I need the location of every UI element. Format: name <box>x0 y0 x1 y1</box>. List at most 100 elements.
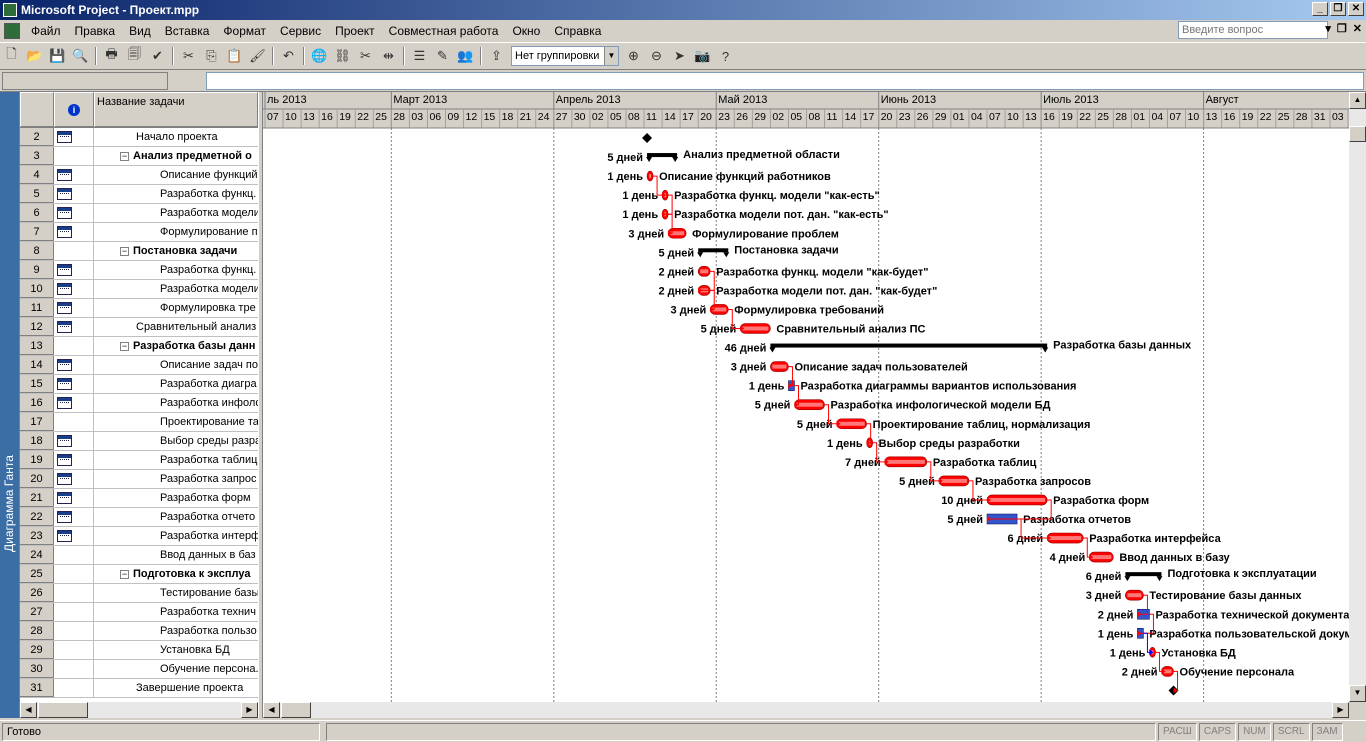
chart-hscrollbar[interactable]: ◀ ▶ <box>263 702 1349 718</box>
task-name-header[interactable]: Название задачи <box>94 92 258 127</box>
task-name-cell[interactable]: Разработка форм <box>94 489 258 507</box>
menu-5[interactable]: Сервис <box>273 24 328 38</box>
help-icon[interactable]: ? <box>715 46 736 67</box>
task-name-cell[interactable]: Проектирование та <box>94 413 258 431</box>
table-row[interactable]: 12 Сравнительный анализ <box>20 318 258 337</box>
row-id[interactable]: 2 <box>20 128 54 146</box>
table-scroll-thumb[interactable] <box>38 702 88 718</box>
row-id[interactable]: 26 <box>20 584 54 602</box>
task-name-cell[interactable]: Описание задач по <box>94 356 258 374</box>
row-id[interactable]: 21 <box>20 489 54 507</box>
table-row[interactable]: 5 Разработка функц. <box>20 185 258 204</box>
row-id[interactable]: 23 <box>20 527 54 545</box>
entry-field[interactable] <box>206 72 1364 90</box>
paste-icon[interactable]: 📋 <box>224 46 245 67</box>
table-row[interactable]: 14 Описание задач по <box>20 356 258 375</box>
task-name-cell[interactable]: − Постановка задачи <box>94 242 258 260</box>
hyperlink-icon[interactable]: 🌐 <box>309 46 330 67</box>
row-id[interactable]: 8 <box>20 242 54 260</box>
table-row[interactable]: 3 − Анализ предметной о <box>20 147 258 166</box>
restore-button[interactable]: ❐ <box>1330 2 1346 16</box>
menu-8[interactable]: Окно <box>505 24 547 38</box>
task-name-cell[interactable]: − Анализ предметной о <box>94 147 258 165</box>
collapse-toggle[interactable]: − <box>120 569 129 579</box>
scroll-down-button[interactable]: ▼ <box>1349 685 1366 702</box>
chart-scroll-thumb[interactable] <box>281 702 311 718</box>
task-name-cell[interactable]: Разработка запрос <box>94 470 258 488</box>
table-row[interactable]: 31 Завершение проекта <box>20 679 258 698</box>
task-name-cell[interactable]: Разработка функц. <box>94 261 258 279</box>
table-row[interactable]: 11 Формулировка тре <box>20 299 258 318</box>
vertical-scrollbar[interactable]: ▲ ▼ <box>1349 92 1366 702</box>
row-id[interactable]: 10 <box>20 280 54 298</box>
task-name-cell[interactable]: Формулирование п <box>94 223 258 241</box>
table-row[interactable]: 13 − Разработка базы данн <box>20 337 258 356</box>
row-id[interactable]: 17 <box>20 413 54 431</box>
row-id[interactable]: 20 <box>20 470 54 488</box>
table-row[interactable]: 18 Выбор среды разра <box>20 432 258 451</box>
table-scroll-right[interactable]: ▶ <box>241 702 258 718</box>
notes-icon[interactable]: ✎ <box>432 46 453 67</box>
row-id[interactable]: 12 <box>20 318 54 336</box>
vertical-scroll-thumb[interactable] <box>1349 126 1366 142</box>
undo-icon[interactable]: ↶ <box>278 46 299 67</box>
menu-9[interactable]: Справка <box>547 24 608 38</box>
table-row[interactable]: 30 Обучение персона. <box>20 660 258 679</box>
table-hscrollbar[interactable]: ◀ ▶ <box>20 702 258 718</box>
task-name-cell[interactable]: Разработка технич <box>94 603 258 621</box>
task-name-cell[interactable]: Разработка модели <box>94 280 258 298</box>
table-row[interactable]: 15 Разработка диагра <box>20 375 258 394</box>
task-name-cell[interactable]: Начало проекта <box>94 128 258 146</box>
select-all-cell[interactable] <box>20 92 54 127</box>
menu-6[interactable]: Проект <box>328 24 382 38</box>
task-name-cell[interactable]: Разработка функц. <box>94 185 258 203</box>
table-row[interactable]: 4 Описание функций <box>20 166 258 185</box>
print-preview-icon[interactable]: 🗐 <box>124 46 145 67</box>
row-id[interactable]: 13 <box>20 337 54 355</box>
menu-7[interactable]: Совместная работа <box>382 24 506 38</box>
table-row[interactable]: 2 Начало проекта <box>20 128 258 147</box>
link-tasks-icon[interactable]: ⛓ <box>332 46 353 67</box>
row-id[interactable]: 4 <box>20 166 54 184</box>
task-name-cell[interactable]: Разработка таблиц <box>94 451 258 469</box>
document-icon[interactable] <box>4 23 20 39</box>
close-button[interactable]: ✕ <box>1348 2 1364 16</box>
task-name-cell[interactable]: − Разработка базы данн <box>94 337 258 355</box>
task-name-cell[interactable]: Ввод данных в баз <box>94 546 258 564</box>
menu-1[interactable]: Правка <box>68 24 123 38</box>
task-name-cell[interactable]: Описание функций <box>94 166 258 184</box>
task-name-cell[interactable]: Установка БД <box>94 641 258 659</box>
task-name-cell[interactable]: Разработка пользо <box>94 622 258 640</box>
table-row[interactable]: 27 Разработка технич <box>20 603 258 622</box>
collapse-toggle[interactable]: − <box>120 246 129 256</box>
publish-icon[interactable]: ⇪ <box>486 46 507 67</box>
task-name-cell[interactable]: Формулировка тре <box>94 299 258 317</box>
copy-picture-icon[interactable]: 📷 <box>692 46 713 67</box>
row-id[interactable]: 24 <box>20 546 54 564</box>
row-id[interactable]: 18 <box>20 432 54 450</box>
table-row[interactable]: 23 Разработка интерф <box>20 527 258 546</box>
task-name-cell[interactable]: Разработка диагра <box>94 375 258 393</box>
zoom-out-icon[interactable]: ⊖ <box>646 46 667 67</box>
chart-scroll-left[interactable]: ◀ <box>263 702 280 718</box>
scroll-up-button[interactable]: ▲ <box>1349 92 1366 109</box>
table-row[interactable]: 28 Разработка пользо <box>20 622 258 641</box>
table-row[interactable]: 17 Проектирование та <box>20 413 258 432</box>
row-id[interactable]: 11 <box>20 299 54 317</box>
minimize-button[interactable]: _ <box>1312 2 1328 16</box>
table-row[interactable]: 9 Разработка функц. <box>20 261 258 280</box>
row-id[interactable]: 9 <box>20 261 54 279</box>
row-id[interactable]: 16 <box>20 394 54 412</box>
row-id[interactable]: 31 <box>20 679 54 697</box>
row-id[interactable]: 6 <box>20 204 54 222</box>
task-name-cell[interactable]: Сравнительный анализ <box>94 318 258 336</box>
table-row[interactable]: 19 Разработка таблиц <box>20 451 258 470</box>
table-scroll-left[interactable]: ◀ <box>20 702 37 718</box>
view-bar[interactable]: Диаграмма Ганта <box>0 92 20 718</box>
task-name-cell[interactable]: Разработка отчето <box>94 508 258 526</box>
row-id[interactable]: 15 <box>20 375 54 393</box>
table-row[interactable]: 8 − Постановка задачи <box>20 242 258 261</box>
task-name-cell[interactable]: Разработка интерф <box>94 527 258 545</box>
goto-task-icon[interactable]: ➤ <box>669 46 690 67</box>
row-id[interactable]: 22 <box>20 508 54 526</box>
